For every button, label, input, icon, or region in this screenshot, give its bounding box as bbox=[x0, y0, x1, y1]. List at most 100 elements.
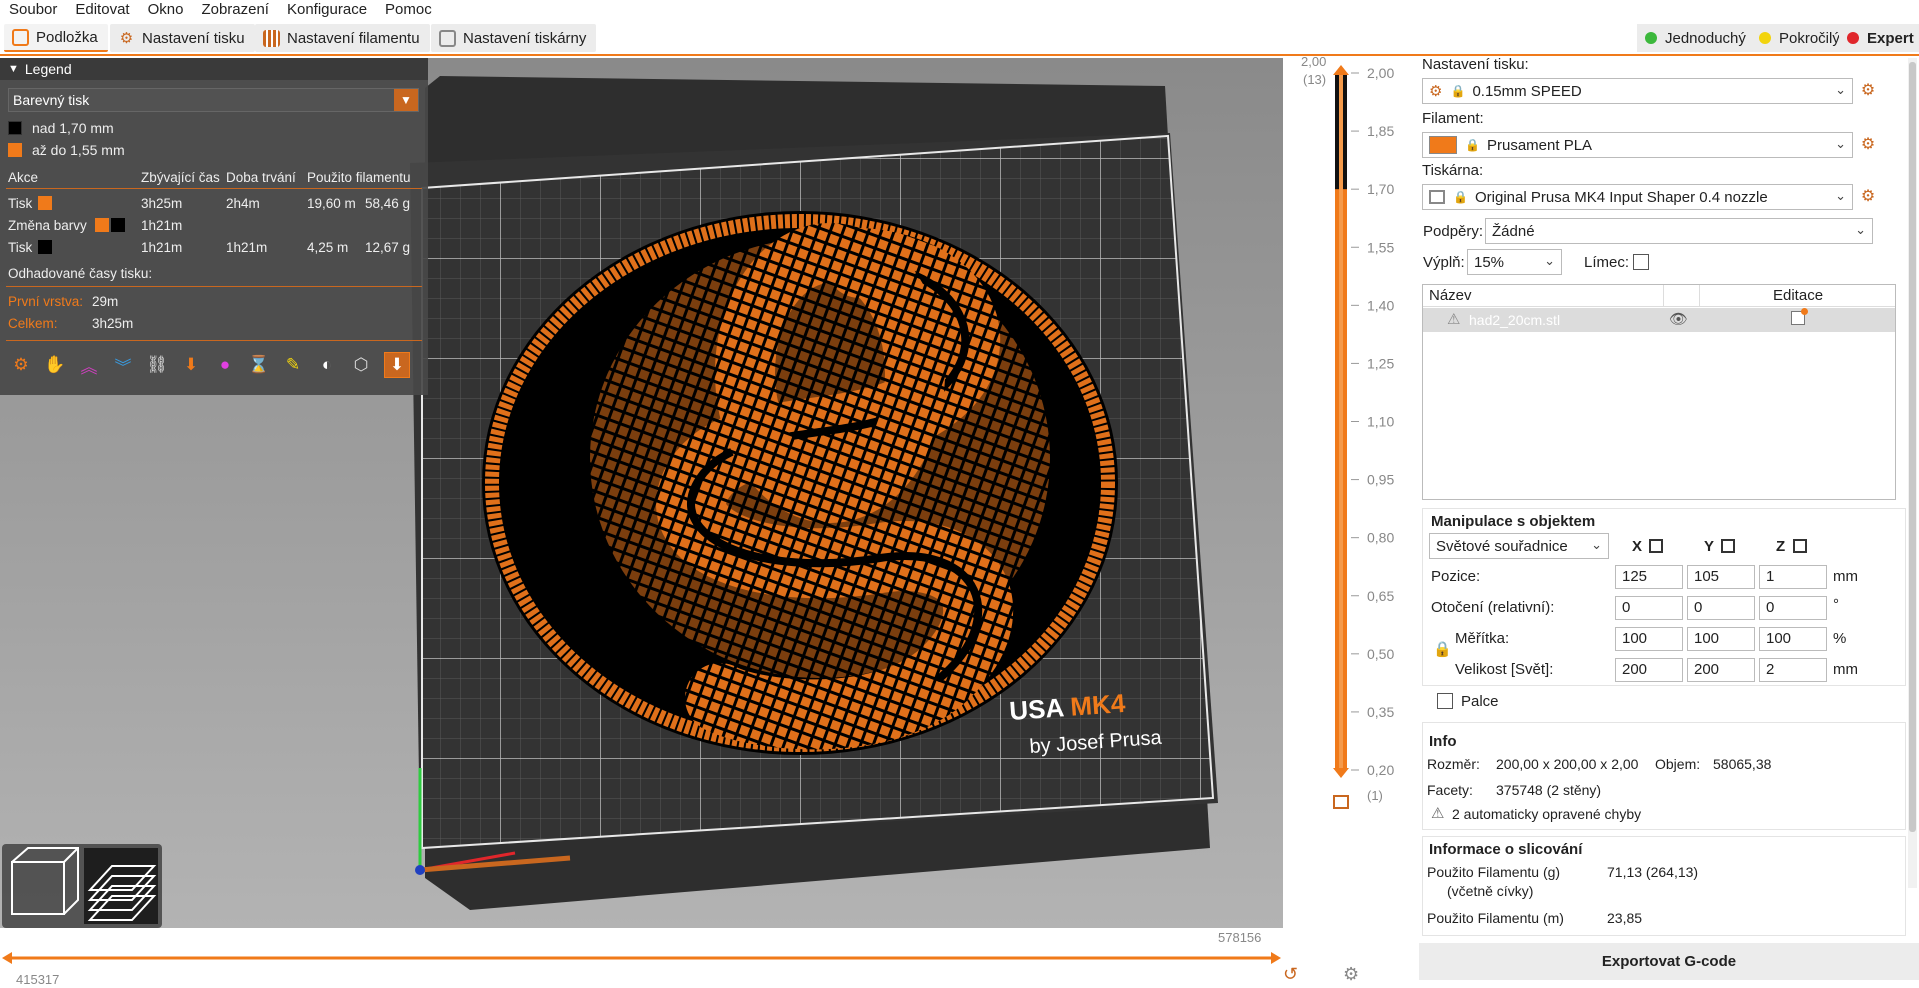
range-low-swatch bbox=[8, 143, 22, 157]
preview-layers-icon[interactable] bbox=[84, 848, 158, 924]
scale-x-input[interactable]: 100 bbox=[1615, 627, 1683, 651]
filament-color-swatch[interactable] bbox=[1429, 136, 1457, 154]
3d-view-icon[interactable] bbox=[11, 847, 79, 915]
filament-profile-value: Prusament PLA bbox=[1487, 136, 1593, 154]
menu-edit[interactable]: Editovat bbox=[66, 0, 138, 20]
print-profile-value: 0.15mm SPEED bbox=[1472, 82, 1582, 100]
tab-print-settings[interactable]: ⚙ Nastavení tisku bbox=[110, 24, 255, 52]
printer-settings-gear-icon[interactable]: ⚙ bbox=[1859, 188, 1877, 206]
object-row[interactable]: ⚠ had2_20cm.stl 👁 bbox=[1423, 308, 1895, 332]
mode-expert[interactable]: Expert bbox=[1839, 24, 1919, 52]
row2-action: Změna barvy bbox=[8, 218, 87, 233]
scale-y-input[interactable]: 100 bbox=[1687, 627, 1755, 651]
estimated-times-label: Odhadované časy tisku: bbox=[8, 266, 153, 281]
view-type-combo[interactable]: Barevný tisk ▼ bbox=[8, 88, 419, 112]
center-of-gravity-icon[interactable]: ◐ bbox=[314, 352, 340, 378]
coordinates-combo[interactable]: Světové souřadnice ⌄ bbox=[1429, 533, 1609, 559]
export-gcode-button[interactable]: Exportovat G-code bbox=[1419, 943, 1919, 980]
lock-icon: 🔒 bbox=[1453, 190, 1468, 204]
shells-icon[interactable]: ⬡ bbox=[348, 352, 374, 378]
seams-icon[interactable]: ⛓ bbox=[144, 352, 170, 378]
edit-badge-icon bbox=[1801, 308, 1808, 315]
pause-icon[interactable]: ⌛ bbox=[246, 352, 272, 378]
size-y-input[interactable]: 200 bbox=[1687, 658, 1755, 682]
total-label: Celkem: bbox=[8, 316, 58, 331]
coordinates-value: Světové souřadnice bbox=[1436, 537, 1568, 555]
menu-window[interactable]: Okno bbox=[139, 0, 193, 20]
rotation-y-input[interactable]: 0 bbox=[1687, 596, 1755, 620]
chevron-down-icon: ⌄ bbox=[1835, 82, 1846, 97]
drop-to-bed-x-icon[interactable] bbox=[1649, 539, 1663, 553]
tab-filament-settings[interactable]: Nastavení filamentu bbox=[255, 24, 430, 52]
horizontal-slider[interactable]: 415317 578156 bbox=[0, 928, 1283, 988]
inches-checkbox[interactable] bbox=[1437, 693, 1453, 709]
scale-z-input[interactable]: 100 bbox=[1759, 627, 1827, 651]
cog-icon[interactable]: ⚙ bbox=[1343, 964, 1359, 985]
row1-length: 19,60 m bbox=[307, 196, 356, 211]
retractions-icon[interactable]: ︽ bbox=[76, 352, 102, 378]
drop-to-bed-y-icon[interactable] bbox=[1721, 539, 1735, 553]
plater-icon bbox=[12, 28, 29, 46]
chevron-down-icon: ⌄ bbox=[1544, 253, 1555, 268]
drop-to-bed-z-icon[interactable] bbox=[1793, 539, 1807, 553]
print-profile-combo[interactable]: ⚙ 🔒 0.15mm SPEED ⌄ bbox=[1422, 78, 1853, 104]
tool-changes-icon[interactable]: ⬇ bbox=[178, 352, 204, 378]
col-remaining: Zbývající čas bbox=[141, 170, 220, 185]
infill-combo[interactable]: 15% ⌄ bbox=[1467, 249, 1562, 275]
menu-configuration[interactable]: Konfigurace bbox=[278, 0, 376, 20]
legend-divider bbox=[6, 188, 422, 189]
mode-simple[interactable]: Jednoduchý bbox=[1637, 24, 1754, 52]
hslider-left-thumb[interactable] bbox=[2, 952, 12, 964]
vslider-tick-label: 0,80 bbox=[1367, 530, 1394, 546]
position-y-input[interactable]: 105 bbox=[1687, 565, 1755, 589]
tool-marker-icon[interactable]: ⬇ bbox=[384, 352, 410, 378]
size-label: Velikost [Svět]: bbox=[1455, 661, 1554, 678]
custom-gcode-icon[interactable]: ✎ bbox=[280, 352, 306, 378]
scale-unit: % bbox=[1833, 630, 1847, 647]
position-x-input[interactable]: 125 bbox=[1615, 565, 1683, 589]
vslider-bottom-thumb[interactable] bbox=[1333, 768, 1349, 778]
tab-printer-settings[interactable]: Nastavení tiskárny bbox=[431, 24, 597, 52]
object-list: Název Editace ⚠ had2_20cm.stl 👁 bbox=[1422, 284, 1896, 500]
brim-checkbox[interactable] bbox=[1633, 254, 1649, 270]
supports-combo[interactable]: Žádné ⌄ bbox=[1485, 218, 1873, 244]
infill-label: Výplň: bbox=[1423, 254, 1465, 271]
vslider-lock-icon[interactable] bbox=[1333, 795, 1349, 809]
sidebar-scrollbar[interactable] bbox=[1908, 58, 1917, 888]
vslider-tick-label: 1,55 bbox=[1367, 239, 1394, 255]
revert-icon[interactable]: ↺ bbox=[1283, 964, 1298, 985]
scale-label: Měřítka: bbox=[1455, 630, 1510, 647]
rotation-x-input[interactable]: 0 bbox=[1615, 596, 1683, 620]
tab-plater[interactable]: Podložka bbox=[4, 24, 108, 52]
object-list-col-name: Název bbox=[1429, 287, 1472, 304]
mode-simple-label: Jednoduchý bbox=[1665, 29, 1746, 47]
filament-profile-combo[interactable]: 🔒 Prusament PLA ⌄ bbox=[1422, 132, 1853, 158]
wipe-icon[interactable]: ✋ bbox=[42, 352, 68, 378]
brim-label: Límec: bbox=[1584, 254, 1630, 271]
printer-profile-combo[interactable]: 🔒 Original Prusa MK4 Input Shaper 0.4 no… bbox=[1422, 184, 1853, 210]
info-size-label: Rozměr: bbox=[1427, 756, 1480, 772]
size-z-input[interactable]: 2 bbox=[1759, 658, 1827, 682]
position-z-input[interactable]: 1 bbox=[1759, 565, 1827, 589]
travel-icon[interactable]: ⚙ bbox=[8, 352, 34, 378]
sidebar-scrollbar-thumb[interactable] bbox=[1909, 62, 1916, 832]
legend-header[interactable]: ▼ Legend bbox=[0, 58, 428, 80]
legend-range-high: nad 1,70 mm bbox=[8, 120, 114, 136]
print-settings-gear-icon[interactable]: ⚙ bbox=[1859, 82, 1877, 100]
mode-advanced[interactable]: Pokročilý bbox=[1751, 24, 1848, 52]
scale-lock-icon[interactable]: 🔒 bbox=[1433, 640, 1452, 658]
menu-view[interactable]: Zobrazení bbox=[192, 0, 278, 20]
eye-icon[interactable]: 👁 bbox=[1669, 310, 1688, 328]
deretractions-icon[interactable]: ︾ bbox=[110, 352, 136, 378]
info-volume-value: 58065,38 bbox=[1713, 756, 1772, 772]
hslider-right-thumb[interactable] bbox=[1271, 952, 1281, 964]
size-x-input[interactable]: 200 bbox=[1615, 658, 1683, 682]
filament-settings-gear-icon[interactable]: ⚙ bbox=[1859, 136, 1877, 154]
vslider-top-thumb[interactable] bbox=[1333, 65, 1349, 75]
rotation-z-input[interactable]: 0 bbox=[1759, 596, 1827, 620]
menu-file[interactable]: Soubor bbox=[0, 0, 66, 20]
col-filament-used: Použito filamentu bbox=[307, 170, 411, 185]
vertical-slider[interactable]: 2,00 (13) 2,00 1,85 1,70 1,55 1,40 1,25 1,10 0,… bbox=[1283, 54, 1419, 988]
color-changes-icon[interactable]: ● bbox=[212, 352, 238, 378]
menu-help[interactable]: Pomoc bbox=[376, 0, 441, 20]
